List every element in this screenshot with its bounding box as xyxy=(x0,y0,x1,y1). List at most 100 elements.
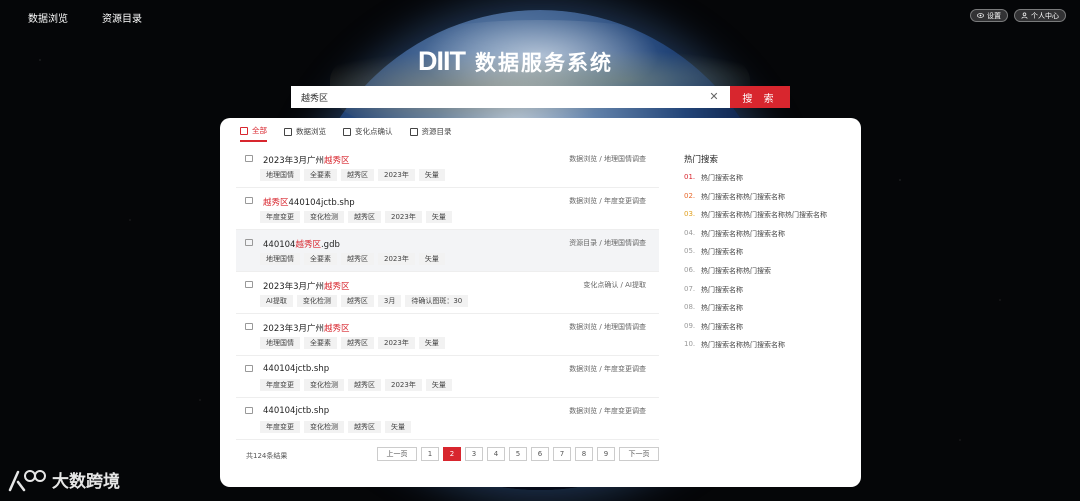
page-button[interactable]: 1 xyxy=(421,447,439,461)
hot-search-rank: 08. xyxy=(684,303,696,312)
tag: 越秀区 xyxy=(341,337,374,349)
hot-search-item[interactable]: 08. 热门搜索名称 xyxy=(684,303,859,322)
page-button[interactable]: 5 xyxy=(509,447,527,461)
hot-search-label: 热门搜索名称热门搜索名称 xyxy=(701,341,785,350)
database-icon xyxy=(245,155,253,162)
result-row[interactable]: 440104jctb.shp 数据浏览 / 年度变更调查 年度变更 变化检测 越… xyxy=(236,356,659,398)
result-row[interactable]: 2023年3月广州越秀区 数据浏览 / 地理国情调查 地理国情 全要素 越秀区 … xyxy=(236,146,659,188)
hot-search-title: 热门搜索 xyxy=(684,155,719,165)
result-path: 数据浏览 / 地理国情调查 xyxy=(569,155,646,163)
tag: 矢量 xyxy=(418,169,445,181)
result-row[interactable]: 2023年3月广州越秀区 变化点确认 / AI提取 AI提取 变化检测 越秀区 … xyxy=(236,272,659,314)
hot-search-label: 热门搜索名称 xyxy=(701,322,743,331)
result-tags: 地理国情 全要素 越秀区 2023年 矢量 xyxy=(260,337,445,349)
tag: 年度变更 xyxy=(260,379,300,391)
tag: 越秀区 xyxy=(341,253,374,265)
settings-button[interactable]: 设置 xyxy=(970,9,1008,22)
hot-search-item[interactable]: 05. 热门搜索名称 xyxy=(684,247,859,266)
hot-search-rank: 03. xyxy=(684,210,696,219)
hot-search-item[interactable]: 10. 热门搜索名称热门搜索名称 xyxy=(684,340,859,359)
hot-search-label: 热门搜索名称热门搜索 xyxy=(701,266,771,275)
result-title[interactable]: 2023年3月广州越秀区 xyxy=(263,280,350,292)
brand-logo: DIIT xyxy=(418,46,466,76)
result-path: 数据浏览 / 年度变更调查 xyxy=(569,197,646,205)
tab-change-confirm[interactable]: 变化点确认 xyxy=(343,125,393,142)
pagination: 共124条结果 上一页 1 2 3 4 5 6 7 8 9 下一页 xyxy=(236,445,659,465)
hot-search-item[interactable]: 09. 热门搜索名称 xyxy=(684,322,859,341)
hot-search-item[interactable]: 04. 热门搜索名称热门搜索名称 xyxy=(684,229,859,248)
hot-search-label: 热门搜索名称热门搜索名称 xyxy=(701,229,785,238)
result-row[interactable]: 440104jctb.shp 数据浏览 / 年度变更调查 年度变更 变化检测 越… xyxy=(236,398,659,440)
result-row[interactable]: 越秀区440104jctb.shp 数据浏览 / 年度变更调查 年度变更 变化检… xyxy=(236,188,659,230)
image-icon xyxy=(245,323,253,330)
tag: 年度变更 xyxy=(260,211,300,223)
image-icon xyxy=(343,127,351,136)
hot-search-label: 热门搜索名称 xyxy=(701,285,743,294)
tab-resource-catalog[interactable]: 资源目录 xyxy=(409,125,452,142)
prev-page-button[interactable]: 上一页 xyxy=(377,447,417,461)
hot-search-rank: 07. xyxy=(684,284,696,293)
tag: 地理国情 xyxy=(260,169,300,181)
search-input[interactable] xyxy=(291,86,730,108)
nav-data-browse[interactable]: 数据浏览 xyxy=(28,10,68,25)
hot-search-rank: 01. xyxy=(684,173,696,181)
tag: 2023年 xyxy=(378,169,415,181)
tab-label: 资源目录 xyxy=(421,127,452,136)
tag: 2023年 xyxy=(385,379,422,391)
tag: 全要素 xyxy=(304,169,337,181)
result-count: 共124条结果 xyxy=(246,452,288,460)
result-title[interactable]: 2023年3月广州越秀区 xyxy=(263,322,350,334)
next-page-button[interactable]: 下一页 xyxy=(619,447,659,461)
tag: 待确认图斑：30 xyxy=(405,295,469,307)
result-tags: 地理国情 全要素 越秀区 2023年 矢量 xyxy=(260,169,445,181)
tab-data-browse[interactable]: 数据浏览 xyxy=(284,125,326,142)
hot-search-item[interactable]: 03. 热门搜索名称热门搜索名称热门搜索名称 xyxy=(684,210,859,229)
hot-search-rank: 05. xyxy=(684,247,696,256)
page-button[interactable]: 8 xyxy=(575,447,593,461)
tag: 3月 xyxy=(377,295,402,307)
tag: 变化检测 xyxy=(304,379,344,391)
tag: 2023年 xyxy=(385,211,422,223)
search-button[interactable]: 搜 索 xyxy=(730,86,790,108)
result-title[interactable]: 440104越秀区.gdb xyxy=(263,238,340,250)
tag: 2023年 xyxy=(378,337,415,349)
hot-search-item[interactable]: 06. 热门搜索名称热门搜索 xyxy=(684,266,859,285)
result-path: 数据浏览 / 年度变更调查 xyxy=(569,407,646,415)
result-row[interactable]: 440104越秀区.gdb 资源目录 / 地理国情调查 地理国情 全要素 越秀区… xyxy=(236,230,659,272)
results-panel: 全部 数据浏览 变化点确认 资源目录 2023年3月广州越秀区 数据浏览 / 地… xyxy=(220,118,861,487)
tag: 变化检测 xyxy=(304,421,344,433)
result-title[interactable]: 越秀区440104jctb.shp xyxy=(263,196,355,208)
result-title[interactable]: 440104jctb.shp xyxy=(263,364,329,374)
grid-icon xyxy=(240,126,248,135)
result-tags: 年度变更 变化检测 越秀区 2023年 矢量 xyxy=(260,211,452,223)
page-button[interactable]: 2 xyxy=(443,447,461,461)
result-title[interactable]: 2023年3月广州越秀区 xyxy=(263,154,350,166)
result-row[interactable]: 2023年3月广州越秀区 数据浏览 / 地理国情调查 地理国情 全要素 越秀区 … xyxy=(236,314,659,356)
tag: 变化检测 xyxy=(304,211,344,223)
page-buttons: 上一页 1 2 3 4 5 6 7 8 9 下一页 xyxy=(377,447,659,461)
tab-all[interactable]: 全部 xyxy=(240,125,267,142)
clear-icon[interactable]: ✕ xyxy=(708,91,720,103)
result-title[interactable]: 440104jctb.shp xyxy=(263,406,329,416)
hot-search-item[interactable]: 02. 热门搜索名称热门搜索名称 xyxy=(684,192,859,211)
hot-search-rank: 09. xyxy=(684,321,696,330)
page-button[interactable]: 7 xyxy=(553,447,571,461)
database-icon xyxy=(245,365,253,372)
page-button[interactable]: 9 xyxy=(597,447,615,461)
search-bar: ✕ 搜 索 xyxy=(291,86,790,108)
hot-search-rank: 04. xyxy=(684,228,696,237)
result-tags: 年度变更 变化检测 越秀区 矢量 xyxy=(260,421,411,433)
user-center-button[interactable]: 个人中心 xyxy=(1014,9,1066,22)
tab-label: 变化点确认 xyxy=(355,127,393,136)
page-button[interactable]: 4 xyxy=(487,447,505,461)
hot-search-item[interactable]: 01. 热门搜索名称 xyxy=(684,173,859,192)
page-button[interactable]: 3 xyxy=(465,447,483,461)
nav-resource-catalog[interactable]: 资源目录 xyxy=(102,10,142,25)
hot-search-item[interactable]: 07. 热门搜索名称 xyxy=(684,285,859,304)
catalog-icon xyxy=(245,239,253,246)
brand-title: 数据服务系统 xyxy=(475,50,613,75)
tab-label: 数据浏览 xyxy=(296,127,326,136)
tag: 越秀区 xyxy=(348,379,381,391)
hot-search-label: 热门搜索名称热门搜索名称热门搜索名称 xyxy=(701,211,827,220)
page-button[interactable]: 6 xyxy=(531,447,549,461)
